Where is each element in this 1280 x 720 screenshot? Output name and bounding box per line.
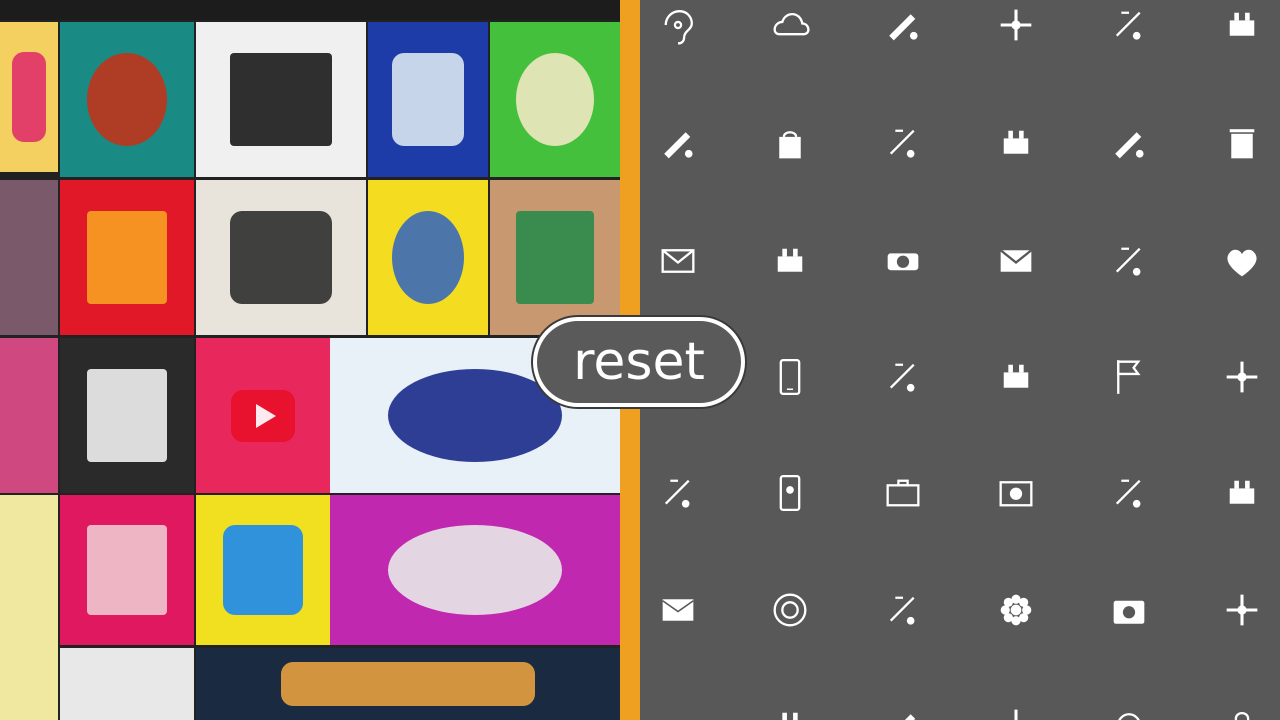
eraser-icon[interactable] [1212, 352, 1272, 402]
lock-icon[interactable] [1212, 700, 1272, 720]
collage-artwork [230, 211, 332, 304]
collage-tile-red-pink-items [60, 495, 194, 645]
pointer-icon[interactable] [760, 700, 820, 720]
bars-icon[interactable] [873, 700, 933, 720]
collage-artwork [86, 53, 168, 146]
fence-icon[interactable] [986, 352, 1046, 402]
collage-tile-magenta-machine [330, 495, 620, 645]
pickaxe-icon[interactable] [873, 118, 933, 168]
collage-tile-ornate-figure [490, 180, 620, 335]
crane-icon[interactable] [1099, 236, 1159, 286]
collage-artwork [516, 53, 594, 146]
phone-card-icon[interactable] [760, 468, 820, 518]
heart-icon[interactable] [1212, 236, 1272, 286]
tools-icon[interactable] [873, 0, 933, 50]
briefcase-icon[interactable] [873, 468, 933, 518]
ornament-icon[interactable] [986, 0, 1046, 50]
collage-strip [0, 338, 58, 493]
reset-button[interactable]: reset [533, 317, 745, 407]
collage-artwork [230, 53, 332, 146]
envelope-filled-icon[interactable] [986, 236, 1046, 286]
circle-icon[interactable] [648, 700, 708, 720]
battery-pack-icon[interactable] [1099, 0, 1159, 50]
tool-cross-icon[interactable] [1212, 0, 1272, 50]
collage-tile-green-box [490, 22, 620, 177]
collage-artwork [223, 369, 303, 462]
bicycle-icon[interactable] [873, 585, 933, 635]
collage-tile-blue-box [368, 22, 488, 177]
collage-artwork [280, 662, 536, 706]
collage-strip [0, 495, 58, 720]
collage-tile-tea-cup [196, 22, 366, 177]
watering-can-icon[interactable] [1212, 585, 1272, 635]
collage-artwork [86, 369, 168, 462]
collage-artwork [392, 53, 464, 146]
collage-artwork [222, 525, 304, 615]
kettle-icon[interactable] [648, 468, 708, 518]
tape-icon[interactable] [873, 236, 933, 286]
collage-tile-dark-bag [60, 338, 194, 493]
drill-icon[interactable] [1099, 468, 1159, 518]
collage-artwork [516, 211, 594, 304]
collage-tile-youtube-logo [196, 338, 330, 493]
shopping-bag-icon[interactable] [760, 118, 820, 168]
collage-strip [0, 180, 58, 335]
ear-icon[interactable] [648, 0, 708, 50]
collage-tile-yellow-drop [196, 495, 330, 645]
collage-artwork [86, 211, 168, 304]
factory-icon[interactable] [760, 236, 820, 286]
collage-tile-sketch [196, 180, 366, 335]
collage-tile-teal-device [60, 22, 194, 177]
collage-artwork [11, 52, 47, 142]
collage-artwork [388, 369, 562, 462]
collage-artwork [388, 525, 562, 615]
collage-tile-pink-bars [0, 22, 58, 172]
collage-tile-yellow-vase [368, 180, 488, 335]
target-button-icon[interactable] [760, 585, 820, 635]
flag-icon[interactable] [1099, 352, 1159, 402]
collage-artwork [392, 211, 464, 304]
cloud-icon[interactable] [760, 0, 820, 50]
link-icon[interactable] [986, 700, 1046, 720]
tools-pair-icon[interactable] [986, 118, 1046, 168]
flower-icon[interactable] [986, 585, 1046, 635]
collage-tile-red-package [60, 180, 194, 335]
camera-icon[interactable] [1099, 585, 1159, 635]
cup-icon[interactable] [873, 352, 933, 402]
envelope-card-icon[interactable] [648, 585, 708, 635]
collage-artwork [86, 525, 168, 615]
camera-frame-icon[interactable] [986, 468, 1046, 518]
at-icon[interactable] [1099, 700, 1159, 720]
hammer-icon[interactable] [1212, 468, 1272, 518]
coffee-mug-icon[interactable] [1099, 118, 1159, 168]
collage-strip [60, 648, 194, 720]
bin-icon[interactable] [1212, 118, 1272, 168]
collage-tile-bottom-strip [196, 648, 620, 720]
collage-strip [0, 0, 640, 20]
envelope-outline-icon[interactable] [648, 236, 708, 286]
smartphone-icon[interactable] [760, 352, 820, 402]
sunrise-icon[interactable] [648, 118, 708, 168]
